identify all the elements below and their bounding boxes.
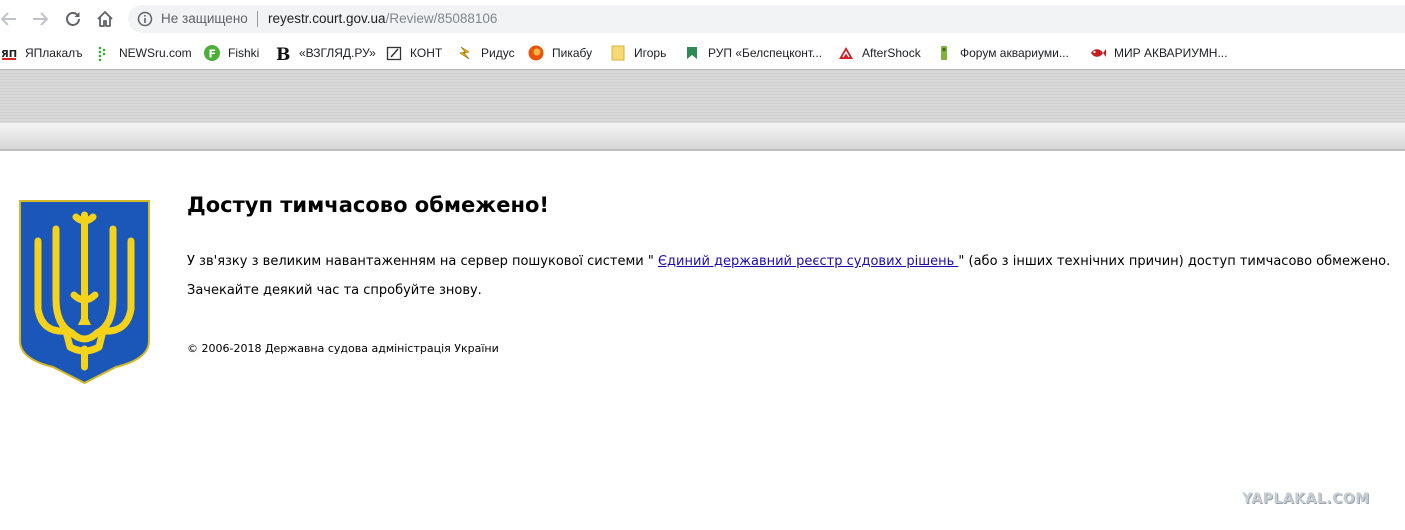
home-icon — [97, 11, 113, 27]
bookmark-label: Ридус — [481, 46, 515, 60]
bookmark-aquarium-forum[interactable]: Форум аквариуми... — [936, 42, 1069, 64]
watermark: YAPLAKAL.COM — [1242, 491, 1370, 507]
page-header-band — [0, 69, 1405, 123]
svg-text:В: В — [276, 45, 290, 61]
bookmark-label: МИР АКВАРИУМН... — [1114, 46, 1228, 60]
bookmark-igor-folder[interactable]: Игорь — [610, 42, 666, 64]
back-button[interactable] — [0, 7, 21, 31]
page-header-bar — [0, 123, 1405, 151]
newsru-favicon — [95, 45, 111, 61]
address-bar[interactable]: Не защищено reyestr.court.gov.ua/Review/… — [128, 5, 1405, 33]
url-host: reyestr.court.gov.ua — [268, 11, 386, 26]
bookmark-aftershock[interactable]: AfterShock — [838, 42, 921, 64]
registry-link[interactable]: Єдиний державний реєстр судових рішень — [658, 254, 958, 269]
bookmark-label: Игорь — [634, 46, 667, 60]
yaplakal-favicon: ЯП — [1, 45, 17, 61]
folder-icon — [610, 45, 626, 61]
bookmark-mir-akvariumn[interactable]: МИР АКВАРИУМН... — [1090, 42, 1227, 64]
url-text[interactable]: reyestr.court.gov.ua/Review/85088106 — [268, 11, 497, 26]
message-text-before: У зв'язку з великим навантаженням на сер… — [187, 254, 658, 269]
browser-toolbar: Не защищено reyestr.court.gov.ua/Review/… — [0, 0, 1405, 38]
bookmark-pikabu[interactable]: Пикабу — [528, 42, 592, 64]
vzglyad-favicon: В — [275, 45, 291, 61]
security-status[interactable]: Не защищено — [161, 11, 248, 26]
home-button[interactable] — [93, 7, 117, 31]
bookmark-fishki[interactable]: F Fishki — [204, 42, 259, 64]
bookmark-label: Fishki — [228, 46, 260, 60]
bookmark-label: AfterShock — [862, 46, 921, 60]
pikabu-favicon — [528, 45, 544, 61]
bookmark-yaplakal[interactable]: ЯП ЯПлакалъ — [1, 42, 83, 64]
forward-button[interactable] — [28, 7, 52, 31]
bookmark-newsru[interactable]: NEWSru.com — [95, 42, 192, 64]
retry-message: Зачекайте деякий час та спробуйте знову. — [187, 283, 482, 298]
fishki-favicon: F — [204, 45, 220, 61]
message-text-after: " (або з інших технічних причин) доступ … — [958, 254, 1391, 269]
aquarium-forum-favicon — [936, 45, 952, 61]
bookmark-label: КОНТ — [410, 46, 443, 60]
bookmark-label: ЯПлакалъ — [25, 46, 83, 60]
ridus-favicon — [457, 45, 473, 61]
fish-favicon — [1090, 45, 1106, 61]
bookmark-vzglyad[interactable]: В «ВЗГЛЯД.РУ» — [275, 42, 376, 64]
bookmark-label: NEWSru.com — [119, 46, 192, 60]
bookmark-kont[interactable]: КОНТ — [386, 42, 442, 64]
bookmark-belspecz[interactable]: РУП «Белспецконт... — [684, 42, 822, 64]
back-arrow-icon — [0, 12, 16, 26]
info-icon[interactable] — [137, 11, 153, 27]
aftershock-favicon — [838, 45, 854, 61]
address-separator — [257, 11, 258, 27]
bookmark-label: Пикабу — [552, 46, 593, 60]
url-path: /Review/85088106 — [385, 11, 498, 26]
bookmark-ridus[interactable]: Ридус — [457, 42, 515, 64]
bookmark-label: «ВЗГЛЯД.РУ» — [299, 46, 376, 60]
reload-icon — [66, 12, 80, 26]
page-title: Доступ тимчасово обмежено! — [187, 193, 549, 217]
reload-button[interactable] — [61, 7, 85, 31]
bookmarks-bar: ЯП ЯПлакалъ NEWSru.com F Fishki В «ВЗГЛЯ… — [0, 38, 1405, 68]
kont-favicon — [386, 45, 402, 61]
bookmark-label: РУП «Белспецконт... — [708, 46, 823, 60]
bookmark-label: Форум аквариуми... — [960, 46, 1069, 60]
coat-of-arms-icon — [19, 200, 150, 385]
forward-arrow-icon — [33, 12, 49, 26]
copyright-text: © 2006-2018 Державна судова адміністраці… — [187, 342, 499, 355]
bookmark-flag-icon — [684, 45, 700, 61]
svg-text:F: F — [209, 48, 217, 61]
access-message: У зв'язку з великим навантаженням на сер… — [187, 254, 1390, 269]
